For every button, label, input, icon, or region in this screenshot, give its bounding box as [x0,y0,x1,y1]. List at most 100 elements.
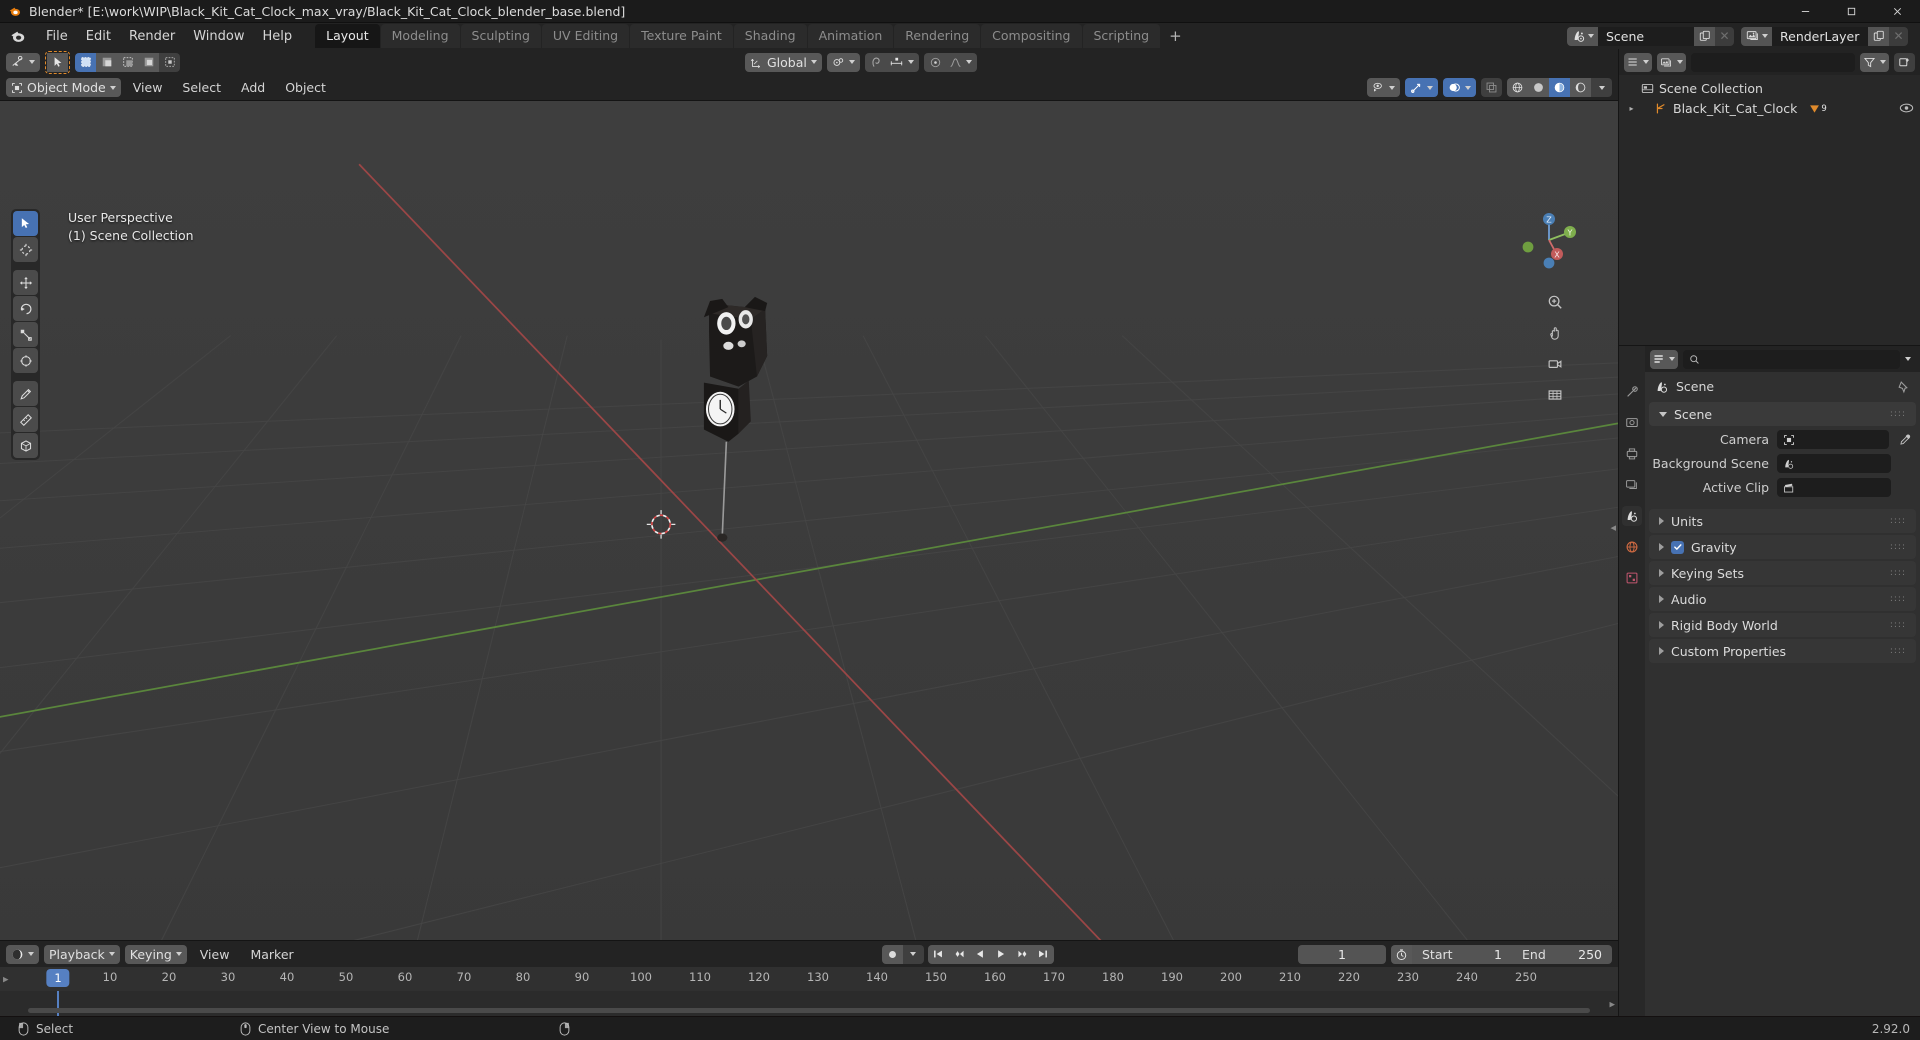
shading-solid-button[interactable] [1528,78,1549,97]
gravity-checkbox[interactable] [1671,540,1684,554]
scale-tool[interactable] [13,322,38,347]
view-layer-name-field[interactable]: RenderLayer [1772,26,1868,46]
visibility-eye-icon[interactable] [1899,102,1914,114]
expand-triangle-icon[interactable]: ▸ [1627,104,1636,113]
workspace-tab-uv-editing[interactable]: UV Editing [541,24,630,48]
select-invert-button[interactable] [138,52,159,72]
timeline-menu-marker[interactable]: Marker [242,945,301,964]
add-cube-tool[interactable] [13,433,38,458]
pan-icon[interactable] [1544,322,1566,344]
outliner-body[interactable]: Scene Collection ▸ Black_Kit_Cat_Clock 9 [1619,75,1920,345]
timeline-editor-type-button[interactable] [6,944,39,964]
viewport-menu-object[interactable]: Object [277,78,334,97]
proportional-editing-button[interactable] [923,52,977,72]
workspace-tab-sculpting[interactable]: Sculpting [460,24,541,48]
viewport-menu-select[interactable]: Select [174,78,229,97]
gizmo-toggle-button[interactable] [1405,78,1438,97]
shading-material-preview-button[interactable] [1549,78,1570,97]
timeline-scrollbar[interactable] [28,1008,1590,1013]
workspace-tab-animation[interactable]: Animation [807,24,894,48]
timeline-body[interactable]: ▸ [0,991,1618,1016]
background-scene-field[interactable] [1777,454,1891,473]
eyedropper-icon[interactable] [1899,433,1912,446]
measure-tool[interactable] [13,407,38,432]
select-set-button[interactable] [75,52,96,72]
workspace-tab-scripting[interactable]: Scripting [1082,24,1161,48]
properties-options-chevron-icon[interactable] [1905,357,1911,361]
cursor-tool[interactable] [13,237,38,262]
outliner-filter-button[interactable] [1860,52,1889,72]
annotate-tool[interactable] [13,381,38,406]
view-layer-clear-button[interactable]: ✕ [1889,26,1908,46]
select-intersect-button[interactable] [159,52,180,72]
record-icon[interactable] [881,944,903,964]
scene-icon[interactable] [1567,26,1598,46]
pin-icon[interactable] [1896,380,1910,394]
menu-help[interactable]: Help [254,26,302,47]
play-reverse-button[interactable] [969,944,991,964]
keying-sets-panel-header[interactable]: Keying Sets :::: [1649,561,1916,585]
properties-tab-output[interactable] [1622,444,1642,464]
end-frame-field[interactable]: End 250 [1512,944,1612,964]
new-collection-button[interactable] [1894,52,1915,72]
use-preview-range-icon[interactable] [1391,944,1412,964]
outliner-editor-type-button[interactable] [1624,52,1652,72]
camera-field[interactable] [1777,430,1889,449]
modifier-badge[interactable]: 9 [1809,103,1827,114]
properties-tab-view-layer[interactable] [1622,475,1642,495]
viewport-sidebar-toggle[interactable]: ◂ [1610,521,1616,534]
ortho-toggle-icon[interactable] [1544,384,1566,406]
add-workspace-button[interactable]: + [1161,26,1190,46]
view-layer-copy-button[interactable] [1868,26,1889,46]
workspace-tab-modeling[interactable]: Modeling [380,24,460,48]
scene-datablock[interactable]: Scene ✕ [1567,26,1734,46]
properties-search-box[interactable] [1683,349,1900,369]
editor-type-button[interactable] [6,52,40,72]
outliner-search-input[interactable] [1702,55,1852,69]
maximize-button[interactable] [1828,0,1874,23]
menu-window[interactable]: Window [184,26,253,47]
workspace-tab-layout[interactable]: Layout [315,24,380,48]
audio-panel-header[interactable]: Audio :::: [1649,587,1916,611]
custom-properties-panel-header[interactable]: Custom Properties :::: [1649,639,1916,663]
visibility-button[interactable] [1367,78,1400,97]
tweak-tool-button[interactable] [47,52,68,72]
menu-file[interactable]: File [37,26,77,47]
properties-tab-scene[interactable] [1622,506,1642,526]
playback-menu-button[interactable]: Playback [44,944,120,964]
close-button[interactable] [1874,0,1920,23]
blender-menu-icon[interactable] [9,27,28,46]
workspace-tab-compositing[interactable]: Compositing [981,24,1082,48]
xray-toggle-button[interactable] [1481,78,1502,97]
minimize-button[interactable] [1782,0,1828,23]
viewport-menu-view[interactable]: View [125,78,171,97]
view-layer-datablock[interactable]: RenderLayer ✕ [1741,26,1908,46]
viewport-menu-add[interactable]: Add [233,78,273,97]
timeline-menu-view[interactable]: View [192,945,238,964]
snapping-button[interactable] [864,52,919,72]
timeline-expand-right-icon[interactable]: ▸ [1609,997,1615,1010]
shading-rendered-button[interactable] [1570,78,1591,97]
outliner-display-mode-button[interactable] [1657,52,1686,72]
shading-wireframe-button[interactable] [1507,78,1528,97]
properties-tab-world[interactable] [1622,537,1642,557]
gravity-panel-header[interactable]: Gravity :::: [1649,535,1916,559]
current-frame-field[interactable]: 1 [1298,944,1386,964]
scene-clear-button[interactable]: ✕ [1715,26,1734,46]
pivot-point-button[interactable] [826,52,860,72]
camera-icon[interactable] [1544,353,1566,375]
jump-to-end-button[interactable] [1032,944,1054,964]
tweak-tool[interactable] [13,211,38,236]
next-keyframe-button[interactable] [1011,944,1033,964]
scene-copy-button[interactable] [1694,26,1715,46]
workspace-tab-rendering[interactable]: Rendering [894,24,981,48]
properties-tab-render[interactable] [1622,413,1642,433]
prev-keyframe-button[interactable] [948,944,970,964]
zoom-icon[interactable] [1544,291,1566,313]
workspace-tab-texture-paint[interactable]: Texture Paint [630,24,733,48]
play-button[interactable] [990,944,1012,964]
overlays-toggle-button[interactable] [1443,78,1476,97]
outliner-search-box[interactable] [1691,52,1855,72]
scene-panel-header[interactable]: Scene :::: [1649,402,1916,426]
active-clip-field[interactable] [1777,478,1891,497]
